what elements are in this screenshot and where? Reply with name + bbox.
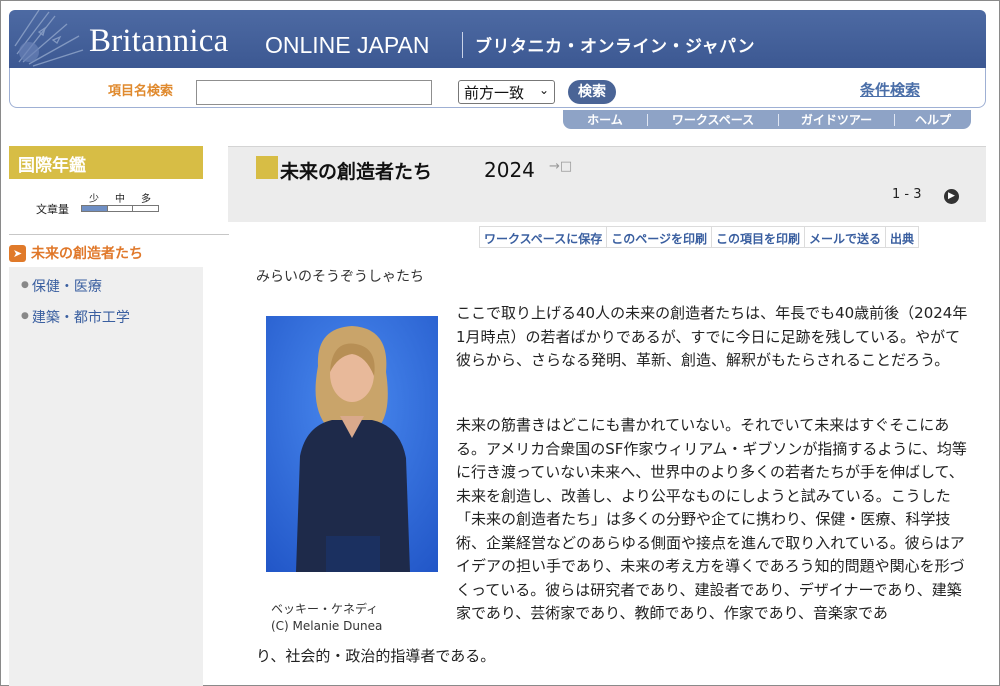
volume-segment-mid[interactable] [108, 206, 134, 211]
pagination: 1 - 3 [892, 187, 922, 202]
article-year: 2024 [484, 158, 535, 182]
volume-segment-low[interactable] [82, 206, 108, 211]
title-marker [256, 156, 278, 179]
email-link[interactable]: メールで送る [804, 226, 886, 248]
nav-tabs: ホーム ワークスペース ガイドツアー ヘルプ [563, 110, 971, 129]
save-to-workspace-link[interactable]: ワークスペースに保存 [479, 226, 608, 248]
advanced-search-link[interactable]: 条件検索 [860, 79, 920, 100]
article-paragraph-continued: り、社会的・政治的指導者である。 [256, 647, 496, 665]
sidebar-title: 国際年鑑 [9, 146, 203, 179]
article-paragraph: 未来の筋書きはどこにも書かれていない。それでいて未来はすぐそこにある。アメリカ合… [456, 416, 967, 622]
header-banner: Britannica ONLINE JAPAN ブリタニカ・オンライン・ジャパン [9, 10, 986, 68]
match-mode-select[interactable]: 前方一致 ⌄ [458, 80, 555, 104]
match-mode-value: 前方一致 [464, 84, 525, 102]
print-page-link[interactable]: このページを印刷 [607, 226, 712, 248]
next-page-button[interactable]: ▶ [944, 189, 959, 204]
volume-level-high[interactable]: 多 [141, 190, 151, 205]
sidebar-current-item[interactable]: ➤ 未来の創造者たち [9, 242, 203, 264]
sidebar-list: ● 保健・医療 ● 建築・都市工学 [9, 267, 203, 686]
tab-help[interactable]: ヘルプ [895, 111, 971, 128]
article-actions: ワークスペースに保存 このページを印刷 この項目を印刷 メールで送る 出典 [479, 226, 920, 248]
bullet-icon: ● [21, 311, 29, 321]
bullet-icon: ● [21, 280, 29, 290]
search-input[interactable] [196, 80, 432, 105]
volume-label: 文章量 [36, 203, 69, 216]
brand-separator [462, 32, 463, 58]
photo-caption: ベッキー・ケネディ [271, 602, 379, 616]
document-link-icon[interactable]: →□ [549, 159, 572, 174]
print-item-link[interactable]: この項目を印刷 [711, 226, 805, 248]
brand-name: Britannica [89, 23, 229, 59]
sidebar-item-label: 保健・医療 [31, 279, 102, 295]
photo-credit: (C) Melanie Dunea [271, 619, 383, 633]
chevron-down-icon: ⌄ [538, 83, 549, 97]
search-bar: 項目名検索 前方一致 ⌄ 検索 条件検索 [9, 68, 986, 108]
sidebar-item-architecture[interactable]: ● 建築・都市工学 [21, 307, 130, 327]
thistle-logo-icon [14, 10, 84, 67]
arrow-right-icon: ➤ [9, 244, 26, 262]
article-paragraph: ここで取り上げる40人の未来の創造者たちは、年長でも40歳前後（2024年1月時… [456, 304, 968, 369]
article-photo[interactable] [266, 316, 438, 572]
tab-home[interactable]: ホーム [563, 111, 647, 128]
brand-sub: ONLINE JAPAN [265, 32, 430, 58]
volume-level-low[interactable]: 少 [89, 190, 99, 205]
source-link[interactable]: 出典 [886, 226, 920, 248]
sidebar-current-label: 未来の創造者たち [31, 246, 143, 262]
portrait-image [266, 316, 438, 572]
search-button[interactable]: 検索 [568, 80, 616, 104]
article-header: 未来の創造者たち 2024 →□ 1 - 3 ▶ [228, 146, 986, 222]
volume-level-mid[interactable]: 中 [115, 190, 125, 205]
tab-guide-tour[interactable]: ガイドツアー [779, 111, 894, 128]
brand-japanese: ブリタニカ・オンライン・ジャパン [475, 37, 755, 57]
sidebar-divider [9, 234, 229, 235]
volume-slider[interactable] [81, 205, 159, 212]
sidebar: 国際年鑑 少 中 多 文章量 ➤ 未来の創造者たち ● 保健・医療 ● 建築・都市工… [9, 146, 229, 686]
sidebar-item-label: 建築・都市工学 [31, 310, 130, 326]
page-title: 未来の創造者たち [280, 161, 433, 183]
search-label: 項目名検索 [108, 84, 174, 99]
title-reading: みらいのそうぞうしゃたち [256, 269, 424, 285]
sidebar-item-health[interactable]: ● 保健・医療 [21, 276, 102, 296]
tab-workspace[interactable]: ワークスペース [648, 111, 778, 128]
volume-segment-high[interactable] [133, 206, 158, 211]
